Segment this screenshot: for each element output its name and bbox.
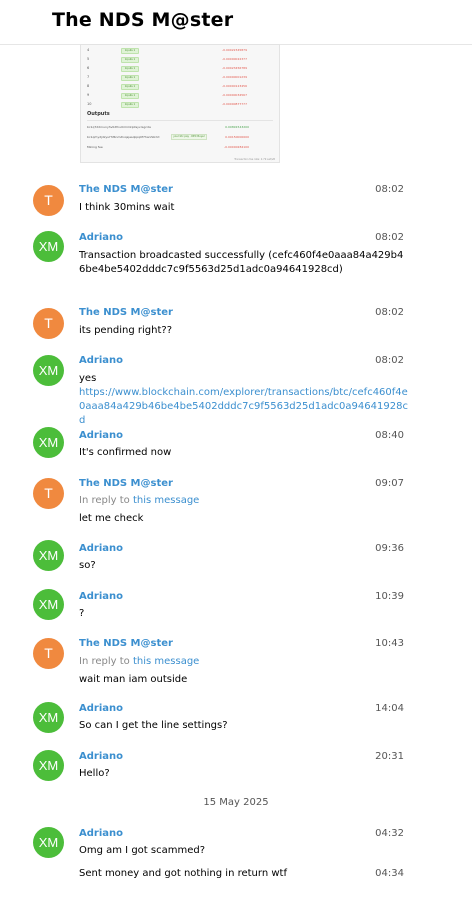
avatar[interactable]: T — [33, 638, 64, 669]
avatar[interactable]: XM — [33, 540, 64, 571]
timestamp: 08:02 — [375, 232, 404, 243]
timestamp: 10:39 — [375, 591, 404, 602]
reply-link[interactable]: this message — [133, 495, 199, 506]
output-value: 0.00891543200 — [225, 125, 249, 129]
sender-name[interactable]: Adriano — [79, 355, 123, 366]
timestamp: 10:43 — [375, 638, 404, 649]
sender-name[interactable]: Adriano — [79, 232, 123, 243]
timestamp: 09:07 — [375, 478, 404, 489]
avatar[interactable]: T — [33, 185, 64, 216]
output-address: bc1q72drnunyhv0dfnu0rmmkp0syvrsgcda — [87, 125, 151, 129]
input-row: 6 Inputs 1 -0.00023456789 — [87, 66, 247, 72]
message-text: ? — [79, 608, 85, 619]
reply-indicator: In reply to this message — [79, 656, 199, 667]
message-text: Omg am I got scammed? — [79, 845, 206, 856]
date-separator: 15 May 2025 — [203, 797, 269, 808]
chat-header: The NDS M@ster — [0, 0, 472, 45]
timestamp: 20:31 — [375, 751, 404, 762]
message-text: Sent money and got nothing in return wtf — [79, 868, 287, 879]
timestamp: 08:02 — [375, 307, 404, 318]
outputs-title: Outputs — [87, 111, 110, 117]
mining-fee-value: -0.00000284100 — [224, 145, 249, 149]
reply-prefix: In reply to — [79, 495, 130, 506]
avatar[interactable]: XM — [33, 427, 64, 458]
transaction-screenshot[interactable]: 4 Inputs 1 -0.00022345879 5 Inputs 1 -0.0000… — [80, 44, 280, 163]
sender-name[interactable]: Adriano — [79, 430, 123, 441]
output-value: 0.00150000000 — [225, 135, 249, 139]
avatar[interactable]: XM — [33, 702, 64, 733]
message-text: I think 30mins wait — [79, 202, 175, 213]
fee-rate: Transaction fee rate: 2.79 sat/vB — [234, 158, 275, 161]
sender-name[interactable]: The NDS M@ster — [79, 307, 173, 318]
sender-name[interactable]: Adriano — [79, 703, 123, 714]
timestamp: 08:40 — [375, 430, 404, 441]
sender-name[interactable]: The NDS M@ster — [79, 478, 173, 489]
timestamp: 14:04 — [375, 703, 404, 714]
message-text: its pending right?? — [79, 325, 173, 336]
sender-name[interactable]: The NDS M@ster — [79, 638, 173, 649]
message-text: It's confirmed now — [79, 447, 172, 458]
avatar[interactable]: XM — [33, 589, 64, 620]
avatar[interactable]: T — [33, 478, 64, 509]
output-tag: your btc pay · DEX Buyer — [171, 134, 207, 140]
message-text: wait man iam outside — [79, 674, 188, 685]
avatar[interactable]: XM — [33, 355, 64, 386]
transaction-link[interactable]: https://www.blockchain.com/explorer/tran… — [79, 386, 409, 428]
message-text: Hello? — [79, 768, 110, 779]
avatar[interactable]: XM — [33, 750, 64, 781]
reply-link[interactable]: this message — [133, 656, 199, 667]
output-address: bc1qrhydjdzys7hf4nmdlvqsjesqkpq0f7hanh0r… — [87, 135, 160, 139]
avatar[interactable]: T — [33, 308, 64, 339]
mining-fee-label: Mining fee — [87, 145, 103, 149]
sender-name[interactable]: The NDS M@ster — [79, 184, 173, 195]
message-text: so? — [79, 560, 96, 571]
input-row: 10 Inputs 1 -0.00000877777 — [87, 102, 247, 108]
chat-title[interactable]: The NDS M@ster — [52, 9, 233, 31]
avatar[interactable]: XM — [33, 827, 64, 858]
reply-indicator: In reply to this message — [79, 495, 199, 506]
sender-name[interactable]: Adriano — [79, 828, 123, 839]
input-row: 8 Inputs 1 -0.00000123456 — [87, 84, 247, 90]
message-text: Transaction broadcasted successfully (ce… — [79, 250, 404, 275]
reply-prefix: In reply to — [79, 656, 130, 667]
message-text: yes — [79, 373, 97, 384]
input-row: 7 Inputs 1 -0.00000001239 — [87, 75, 247, 81]
timestamp: 08:02 — [375, 355, 404, 366]
timestamp: 09:36 — [375, 543, 404, 554]
avatar[interactable]: XM — [33, 231, 64, 262]
timestamp: 08:02 — [375, 184, 404, 195]
sender-name[interactable]: Adriano — [79, 751, 123, 762]
message-text: let me check — [79, 513, 144, 524]
input-row: 5 Inputs 1 -0.00000022377 — [87, 57, 247, 63]
input-row: 9 Inputs 1 -0.00000034567 — [87, 93, 247, 99]
sender-name[interactable]: Adriano — [79, 591, 123, 602]
message-text: So can I get the line settings? — [79, 720, 228, 731]
input-row: 4 Inputs 1 -0.00022345879 — [87, 48, 247, 54]
timestamp: 04:32 — [375, 828, 404, 839]
divider — [87, 120, 273, 121]
sender-name[interactable]: Adriano — [79, 543, 123, 554]
